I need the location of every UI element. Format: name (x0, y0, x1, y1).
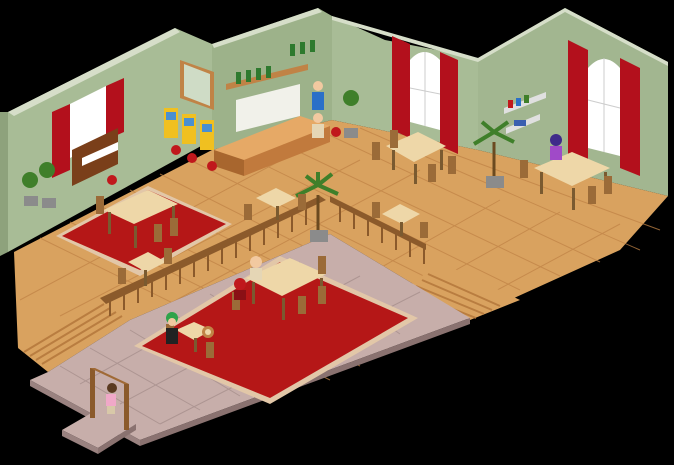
game-viewport[interactable] (0, 0, 674, 465)
bartender-avatar[interactable] (312, 81, 324, 110)
seated-guest-avatar[interactable] (250, 256, 262, 280)
round-sign-icon (202, 326, 214, 338)
green-hair-guest-avatar[interactable] (166, 312, 178, 344)
bar-customer-avatar[interactable] (312, 113, 324, 138)
isometric-room[interactable] (0, 0, 674, 465)
purple-guest-avatar[interactable] (550, 134, 562, 160)
